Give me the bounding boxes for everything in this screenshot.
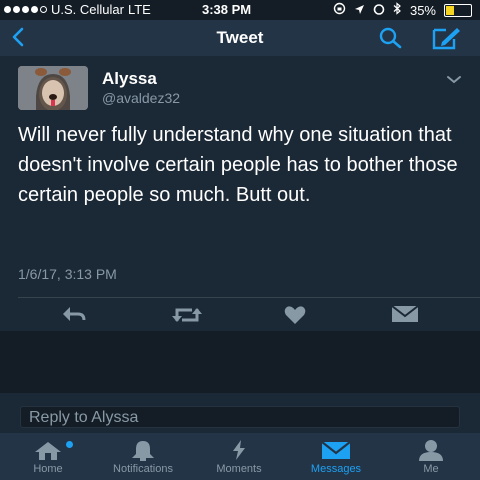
lock-rotation-icon	[333, 2, 346, 18]
tab-label: Me	[423, 463, 439, 475]
reply-icon[interactable]	[60, 304, 88, 329]
page-title: Tweet	[216, 28, 264, 47]
notification-dot	[66, 441, 73, 448]
envelope-icon	[291, 439, 381, 461]
retweet-icon[interactable]	[170, 304, 204, 331]
tab-bar: Home Notifications Moments Messages Me	[0, 433, 480, 480]
carrier-name: U.S. Cellular	[51, 2, 124, 17]
tweet-actions	[0, 300, 480, 330]
battery-percent: 35%	[409, 2, 436, 18]
navigation-bar: Tweet	[0, 20, 480, 56]
tab-label: Notifications	[113, 463, 173, 475]
battery-icon	[444, 3, 472, 17]
tab-notifications[interactable]: Notifications	[98, 433, 188, 480]
status-bar: U.S. Cellular LTE 3:38 PM 35%	[0, 0, 480, 20]
search-icon[interactable]	[378, 26, 404, 55]
tab-moments[interactable]: Moments	[194, 433, 284, 480]
tab-label: Messages	[310, 463, 362, 475]
person-icon	[386, 439, 476, 461]
tweet-text: Will never fully understand why one situ…	[18, 124, 458, 206]
network-type: LTE	[127, 2, 151, 17]
empty-area	[0, 331, 480, 393]
tab-messages[interactable]: Messages	[291, 433, 381, 480]
divider	[18, 297, 480, 298]
author-name[interactable]: Alyssa	[102, 69, 157, 89]
tab-me[interactable]: Me	[386, 433, 476, 480]
tab-label: Moments	[216, 463, 262, 475]
like-icon[interactable]	[283, 304, 307, 331]
lightning-icon	[194, 439, 284, 461]
bell-icon	[98, 439, 188, 461]
author-handle[interactable]: @avaldez32	[102, 90, 180, 106]
tweet-timestamp: 1/6/17, 3:13 PM	[18, 266, 117, 282]
chevron-down-icon[interactable]	[446, 72, 462, 90]
tab-home[interactable]: Home	[3, 433, 93, 480]
location-icon	[354, 3, 365, 18]
compose-icon[interactable]	[430, 25, 462, 56]
status-time: 3:38 PM	[202, 2, 252, 17]
bluetooth-icon	[393, 2, 402, 18]
avatar[interactable]	[18, 66, 88, 110]
reply-input[interactable]: Reply to Alyssa	[20, 406, 460, 428]
tweet-card: Alyssa @avaldez32 Will never fully under…	[0, 56, 480, 331]
alarm-icon	[373, 3, 385, 18]
home-icon	[3, 439, 93, 461]
reply-bar: Reply to Alyssa	[0, 393, 480, 433]
signal-strength-icon	[4, 6, 47, 13]
direct-message-icon[interactable]	[390, 304, 420, 329]
